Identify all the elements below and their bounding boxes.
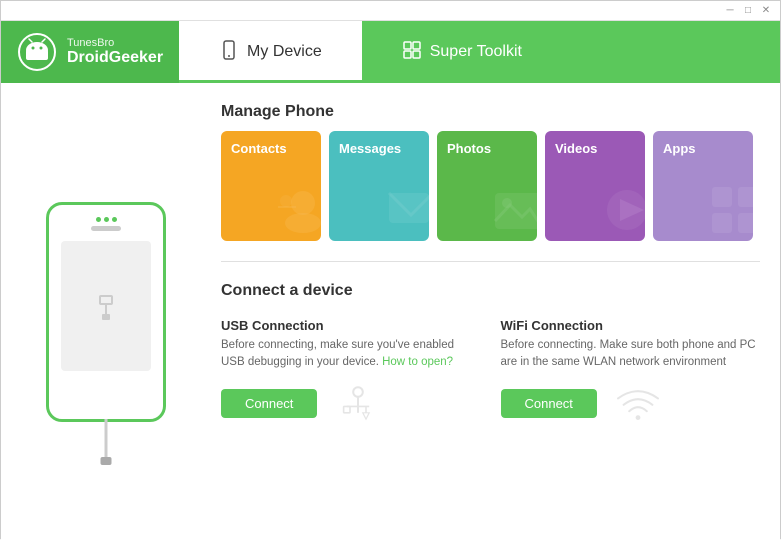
nav-tabs: My Device Super Toolkit <box>179 21 780 83</box>
usb-symbol-icon <box>333 384 383 424</box>
phone-area <box>21 103 191 520</box>
videos-bg-icon <box>600 183 645 241</box>
wifi-connect-bottom: Connect <box>501 384 761 424</box>
brand-top: TunesBro <box>67 37 163 49</box>
logo-area: TunesBro DroidGeeker <box>1 21 179 83</box>
manage-cards: Contacts Messages <box>221 131 760 241</box>
wifi-connect-button[interactable]: Connect <box>501 389 597 418</box>
usb-title: USB Connection <box>221 318 481 333</box>
how-to-open-link[interactable]: How to open? <box>382 356 453 368</box>
title-bar: ─ □ ✕ <box>1 1 780 21</box>
card-photos[interactable]: Photos <box>437 131 537 241</box>
card-videos[interactable]: Videos <box>545 131 645 241</box>
wifi-col: WiFi Connection Before connecting. Make … <box>501 318 761 424</box>
apps-bg-icon <box>708 183 753 241</box>
dot-1 <box>96 217 101 222</box>
dot-2 <box>104 217 109 222</box>
wifi-symbol-icon <box>613 384 663 424</box>
right-panel: Manage Phone Contacts Messages <box>221 103 760 520</box>
card-photos-label: Photos <box>447 141 491 156</box>
logo-icon <box>17 32 57 72</box>
card-contacts[interactable]: Contacts <box>221 131 321 241</box>
card-messages[interactable]: Messages <box>329 131 429 241</box>
tab-super-toolkit[interactable]: Super Toolkit <box>362 21 562 83</box>
close-button[interactable]: ✕ <box>760 5 772 17</box>
phone-screen <box>61 241 151 371</box>
divider <box>221 261 760 262</box>
manage-phone-title: Manage Phone <box>221 103 760 121</box>
tab-my-device-label: My Device <box>247 43 322 61</box>
header: TunesBro DroidGeeker My Device <box>1 21 780 83</box>
phone-icon <box>219 40 239 65</box>
photos-bg-icon <box>492 183 537 241</box>
usb-desc: Before connecting, make sure you've enab… <box>221 337 481 372</box>
phone-cable <box>105 419 108 459</box>
grid-icon <box>402 40 422 65</box>
messages-bg-icon <box>384 183 429 241</box>
connect-section: Connect a device USB Connection Before c… <box>221 282 760 424</box>
card-videos-label: Videos <box>555 141 597 156</box>
phone-frame <box>46 202 166 422</box>
connect-cols: USB Connection Before connecting, make s… <box>221 318 760 424</box>
usb-connect-button[interactable]: Connect <box>221 389 317 418</box>
window-controls: ─ □ ✕ <box>724 5 772 17</box>
connect-device-title: Connect a device <box>221 282 760 300</box>
main-content: Manage Phone Contacts Messages <box>1 83 780 540</box>
tab-my-device[interactable]: My Device <box>179 21 362 83</box>
card-apps[interactable]: Apps <box>653 131 753 241</box>
dot-3 <box>112 217 117 222</box>
logo-text: TunesBro DroidGeeker <box>67 37 163 67</box>
brand-name: DroidGeeker <box>67 49 163 67</box>
usb-col: USB Connection Before connecting, make s… <box>221 318 481 424</box>
wifi-title: WiFi Connection <box>501 318 761 333</box>
phone-dots <box>96 217 117 222</box>
contacts-bg-icon <box>276 183 321 241</box>
maximize-button[interactable]: □ <box>742 5 754 17</box>
card-apps-label: Apps <box>663 141 696 156</box>
minimize-button[interactable]: ─ <box>724 5 736 17</box>
tab-super-toolkit-label: Super Toolkit <box>430 43 522 61</box>
card-contacts-label: Contacts <box>231 141 287 156</box>
usb-connect-bottom: Connect <box>221 384 481 424</box>
wifi-desc: Before connecting. Make sure both phone … <box>501 337 761 372</box>
card-messages-label: Messages <box>339 141 401 156</box>
manage-phone-section: Manage Phone Contacts Messages <box>221 103 760 241</box>
usb-connector-icon <box>86 286 126 326</box>
phone-speaker <box>91 226 121 231</box>
